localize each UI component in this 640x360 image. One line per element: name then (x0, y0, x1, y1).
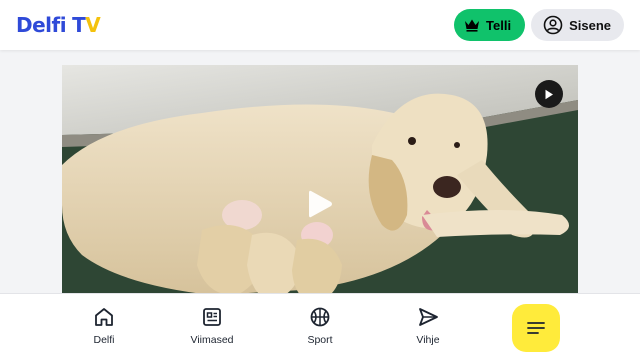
login-label: Sisene (569, 17, 611, 33)
nav-label-latest: Viimased (190, 334, 234, 346)
nav-label-delfi: Delfi (93, 334, 115, 346)
top-header: Delfi TV Telli Sisene (0, 0, 640, 50)
header-actions: Telli Sisene (454, 9, 624, 41)
subscribe-label: Telli (486, 17, 512, 33)
nav-label-sport: Sport (307, 334, 333, 346)
user-circle-icon (543, 15, 563, 35)
video-thumbnail (62, 65, 578, 305)
send-icon (417, 306, 439, 328)
menu-button[interactable] (512, 304, 560, 352)
subscribe-button[interactable]: Telli (454, 9, 526, 41)
news-icon (201, 306, 223, 328)
home-icon (93, 306, 115, 328)
video-player[interactable] (62, 65, 578, 305)
menu-icon (526, 320, 546, 336)
crown-icon (464, 18, 480, 32)
play-button-small[interactable] (535, 80, 563, 108)
play-icon (544, 89, 554, 100)
logo-letter-t: T (72, 13, 86, 37)
nav-item-sport[interactable]: Sport (290, 306, 350, 346)
bottom-navigation: Delfi Viimased Sport Vihje (0, 293, 640, 360)
nav-label-tip: Vihje (416, 334, 440, 346)
logo-text-delfi: Delfi (16, 13, 67, 37)
basketball-icon (309, 306, 331, 328)
nav-item-delfi[interactable]: Delfi (74, 306, 134, 346)
logo-letter-v: V (85, 13, 101, 37)
play-icon (308, 189, 334, 219)
nav-item-latest[interactable]: Viimased (182, 306, 242, 346)
delfi-tv-logo[interactable]: Delfi TV (16, 13, 101, 37)
logo-text-tv: TV (72, 13, 101, 37)
nav-item-tip[interactable]: Vihje (398, 306, 458, 346)
login-button[interactable]: Sisene (531, 9, 624, 41)
play-button-large[interactable] (306, 189, 336, 219)
